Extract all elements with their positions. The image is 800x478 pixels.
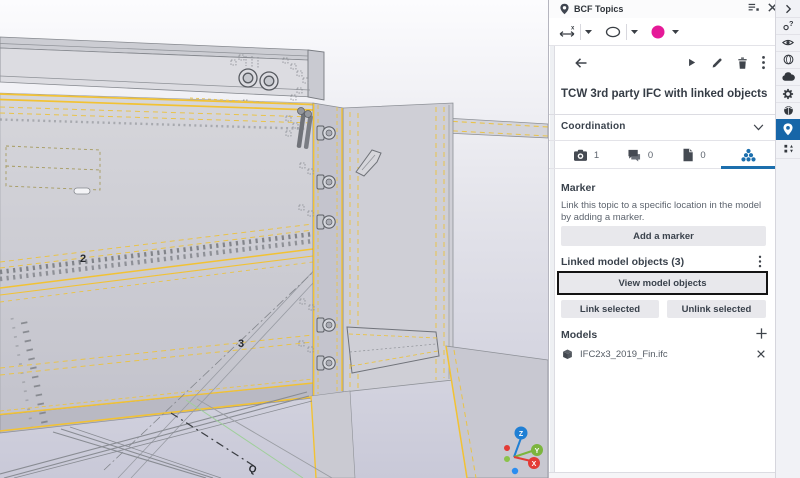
- more-tools-button[interactable]: [776, 139, 800, 159]
- linked-objects-heading: Linked model objects (3): [561, 256, 684, 268]
- back-icon[interactable]: [573, 55, 589, 71]
- divider: [580, 24, 581, 40]
- add-marker-button[interactable]: Add a marker: [561, 226, 766, 246]
- collapse-panel-button[interactable]: [776, 0, 800, 18]
- model-viewport[interactable]: 2 3 Q Z Y X: [0, 0, 548, 478]
- unlink-selected-button[interactable]: Unlink selected: [667, 300, 766, 318]
- measure-x-icon[interactable]: x: [557, 23, 577, 41]
- status-sharing-button[interactable]: ?: [776, 17, 800, 35]
- shape-dropdown-caret[interactable]: [630, 29, 639, 35]
- panel-header: BCF Topics: [549, 0, 786, 19]
- camera-icon: [573, 149, 588, 162]
- models-heading: Models: [561, 329, 597, 341]
- markup-toolbar: x: [549, 18, 776, 46]
- svg-text:X: X: [532, 461, 537, 468]
- settings-button[interactable]: [776, 85, 800, 103]
- marker-description: Link this topic to a specific location i…: [561, 200, 770, 225]
- bcf-pin-icon: [781, 122, 795, 137]
- right-toolbar: ?: [775, 0, 800, 478]
- visibility-button[interactable]: [776, 34, 800, 52]
- divider: [626, 24, 627, 40]
- comment-count: 0: [648, 150, 653, 161]
- marker-heading: Marker: [561, 182, 595, 194]
- svg-text:Y: Y: [535, 448, 540, 455]
- color-tool-group: [649, 21, 680, 43]
- measure-dropdown-caret[interactable]: [584, 29, 593, 35]
- axis-neg-y[interactable]: [504, 456, 510, 462]
- shape-tool-group: [603, 21, 639, 43]
- document-count: 0: [700, 150, 705, 161]
- comment-icon: [627, 149, 642, 162]
- linked-objects-icon: [740, 148, 757, 163]
- panel-title: BCF Topics: [574, 4, 623, 14]
- color-dropdown-caret[interactable]: [671, 29, 680, 35]
- topic-more-icon[interactable]: [761, 55, 766, 70]
- model-list-item[interactable]: IFC2x3_2019_Fin.ifc: [561, 346, 766, 362]
- view-model-objects-button[interactable]: View model objects: [557, 271, 768, 295]
- active-tab-underline: [721, 166, 775, 169]
- ellipse-markup-icon[interactable]: [603, 23, 623, 41]
- markup-color-swatch[interactable]: [649, 23, 667, 41]
- tab-linked-objects[interactable]: [721, 141, 775, 169]
- play-slideshow-icon[interactable]: [685, 56, 698, 69]
- tab-snapshots[interactable]: 1: [559, 141, 613, 169]
- document-icon: [682, 148, 694, 162]
- chevron-right-icon: [782, 3, 794, 15]
- gear-icon: [781, 87, 795, 101]
- coordination-section-header[interactable]: Coordination: [549, 115, 776, 141]
- part-label-3: 3: [238, 338, 244, 350]
- chevron-down-icon[interactable]: [753, 124, 764, 131]
- ghost-mode-button[interactable]: [776, 51, 800, 69]
- faceted-sphere-icon: [782, 104, 795, 117]
- node-question-icon: ?: [782, 19, 795, 32]
- coordination-label: Coordination: [561, 121, 626, 132]
- topic-tabs: 1 0 0: [559, 141, 775, 169]
- render-mode-button[interactable]: [776, 102, 800, 120]
- edit-icon[interactable]: [710, 56, 724, 70]
- delete-icon[interactable]: [736, 56, 749, 70]
- linked-objects-more-icon[interactable]: [758, 255, 762, 268]
- tab-documents[interactable]: 0: [667, 141, 721, 169]
- wire-sphere-icon: [782, 53, 795, 66]
- axis-z-badge[interactable]: Z: [515, 427, 528, 440]
- eye-icon: [781, 37, 795, 49]
- axis-neg-z[interactable]: [512, 468, 518, 474]
- add-model-icon[interactable]: [755, 327, 768, 340]
- bcf-topics-icon: [559, 3, 570, 15]
- trimble-connect-3d-viewer: 2 3 Q Z Y X: [0, 0, 800, 478]
- measure-tool-group: x: [557, 21, 593, 43]
- svg-text:?: ?: [788, 19, 793, 28]
- topic-list-icon[interactable]: [747, 1, 760, 14]
- bcf-topics-button-active[interactable]: [776, 119, 800, 140]
- svg-text:x: x: [571, 25, 575, 31]
- part-label-2: 2: [80, 253, 86, 265]
- axis-y-badge[interactable]: Y: [531, 444, 543, 456]
- model-name: IFC2x3_2019_Fin.ifc: [580, 349, 750, 360]
- cloud-sync-button[interactable]: [776, 68, 800, 86]
- svg-text:Z: Z: [519, 431, 524, 438]
- link-selected-button[interactable]: Link selected: [561, 300, 659, 318]
- tab-comments[interactable]: 0: [613, 141, 667, 169]
- cloud-icon: [781, 71, 795, 82]
- apps-grid-icon: [782, 142, 795, 155]
- column-below-girder[interactable]: [311, 391, 355, 478]
- axis-x-badge[interactable]: X: [528, 457, 540, 469]
- model-cube-icon: [561, 348, 574, 361]
- snapshot-count: 1: [594, 150, 599, 161]
- topic-action-row: [549, 46, 776, 80]
- remove-model-icon[interactable]: [756, 349, 766, 359]
- slot-pill: [74, 188, 90, 194]
- panel-footer-edge: [549, 472, 776, 478]
- bcf-topics-panel: BCF Topics x: [548, 0, 775, 478]
- axis-neg-x[interactable]: [504, 445, 510, 451]
- topic-title: TCW 3rd party IFC with linked objects: [561, 88, 773, 100]
